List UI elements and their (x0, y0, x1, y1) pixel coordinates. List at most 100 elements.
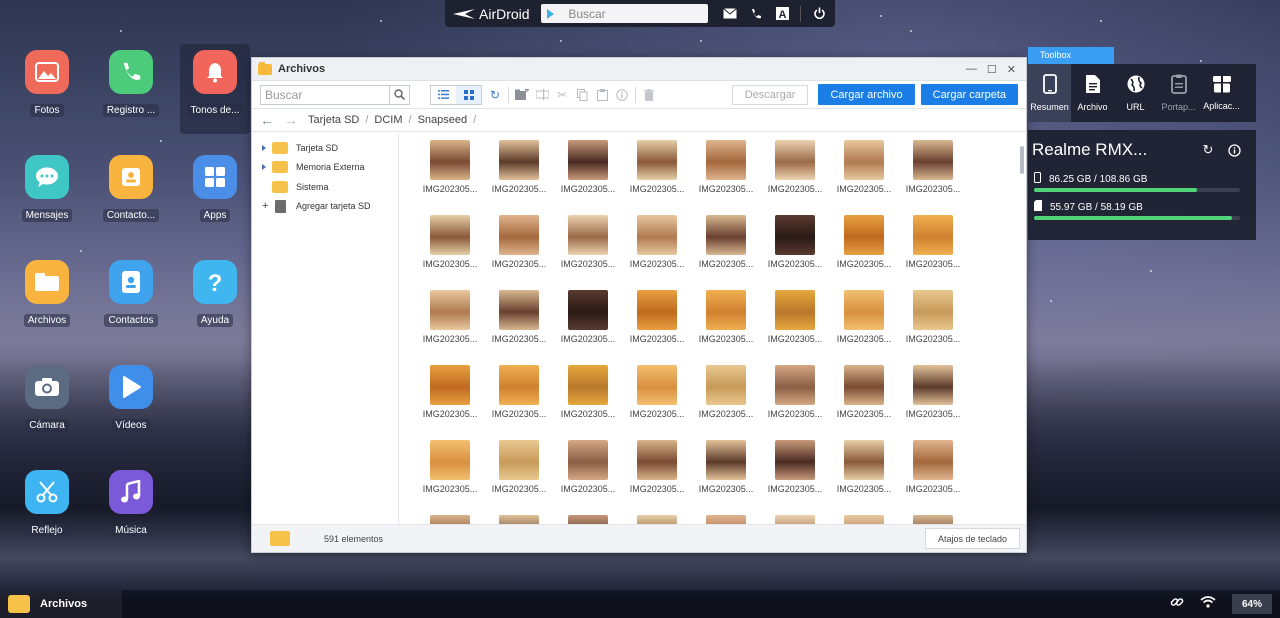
file-thumbnail[interactable]: IMG202305... (691, 290, 761, 365)
file-thumbnail[interactable]: IMG202305... (760, 215, 830, 290)
taskbar-item-archivos[interactable]: Archivos (0, 590, 122, 618)
file-thumbnail[interactable]: IMG202305... (691, 440, 761, 515)
desktop-app-tonos-de[interactable]: Tonos de... (180, 44, 250, 134)
file-thumbnail[interactable]: IMG202305... (484, 440, 554, 515)
file-thumbnail[interactable]: IMG202305... (691, 215, 761, 290)
file-thumbnail[interactable]: IMG202305... (484, 215, 554, 290)
file-thumbnail[interactable]: IMG202305... (760, 140, 830, 215)
desktop-app-vídeos[interactable]: Vídeos (96, 359, 166, 449)
search-icon[interactable] (389, 85, 409, 104)
rename-icon[interactable] (535, 88, 549, 102)
refresh-icon[interactable]: ↻ (488, 88, 502, 102)
grid-view-icon[interactable] (456, 85, 481, 104)
toolbox-tab[interactable]: Toolbox (1028, 47, 1114, 64)
file-thumbnail[interactable]: IMG202305... (415, 290, 485, 365)
file-thumbnail[interactable]: IMG202305... (829, 215, 899, 290)
upload-file-button[interactable]: Cargar archivo (818, 84, 915, 105)
toolbox-item-clipboard[interactable]: Portap... (1157, 64, 1200, 122)
airdroid-logo[interactable]: AirDroid (453, 6, 533, 22)
info-icon[interactable] (615, 88, 629, 102)
file-thumbnail[interactable]: IMG202305... (898, 215, 968, 290)
desktop-app-archivos[interactable]: Archivos (12, 254, 82, 344)
maximize-icon[interactable]: ☐ (987, 63, 997, 76)
file-thumbnail[interactable]: IMG202305... (829, 440, 899, 515)
file-thumbnail[interactable] (622, 515, 692, 524)
refresh-icon[interactable]: ↻ (1200, 142, 1216, 158)
copy-icon[interactable] (575, 88, 589, 102)
file-thumbnail[interactable]: IMG202305... (622, 365, 692, 440)
file-thumbnail[interactable]: IMG202305... (760, 365, 830, 440)
keyboard-a-icon[interactable]: A (774, 6, 790, 22)
file-thumbnail[interactable]: IMG202305... (622, 140, 692, 215)
call-icon[interactable] (748, 6, 764, 22)
file-thumbnail[interactable]: IMG202305... (622, 290, 692, 365)
toolbox-item-file[interactable]: Archivo (1071, 64, 1114, 122)
file-thumbnail[interactable]: IMG202305... (553, 365, 623, 440)
file-thumbnail[interactable]: IMG202305... (691, 140, 761, 215)
upload-folder-button[interactable]: Cargar carpeta (920, 84, 1018, 105)
file-thumbnail[interactable] (829, 515, 899, 524)
file-thumbnail[interactable]: IMG202305... (829, 140, 899, 215)
file-thumbnail[interactable]: IMG202305... (622, 440, 692, 515)
file-thumbnail[interactable] (898, 515, 968, 524)
link-icon[interactable] (1170, 595, 1184, 614)
breadcrumb-item-tarjeta-sd[interactable]: Tarjeta SD (308, 114, 359, 126)
file-thumbnail[interactable]: IMG202305... (691, 365, 761, 440)
file-thumbnail[interactable]: IMG202305... (829, 365, 899, 440)
desktop-app-contacto[interactable]: Contacto... (96, 149, 166, 239)
cut-icon[interactable]: ✂ (555, 88, 569, 102)
paste-icon[interactable] (595, 88, 609, 102)
tree-item-add-sd[interactable]: + Agregar tarjeta SD (252, 197, 398, 217)
file-thumbnail[interactable]: IMG202305... (484, 140, 554, 215)
tree-item-tarjeta-sd[interactable]: Tarjeta SD (252, 138, 398, 158)
file-thumbnail[interactable] (691, 515, 761, 524)
message-icon[interactable] (722, 6, 738, 22)
file-thumbnail[interactable]: IMG202305... (415, 440, 485, 515)
top-search-input[interactable]: Buscar (541, 4, 708, 23)
close-icon[interactable]: ✕ (1007, 63, 1016, 76)
new-folder-icon[interactable] (515, 88, 529, 102)
expand-icon[interactable] (262, 144, 268, 151)
file-thumbnail[interactable] (484, 515, 554, 524)
file-thumbnail[interactable]: IMG202305... (760, 440, 830, 515)
tree-item-memoria-externa[interactable]: Memoria Externa (252, 158, 398, 178)
minimize-icon[interactable]: — (966, 63, 977, 76)
file-thumbnail[interactable]: IMG202305... (898, 440, 968, 515)
delete-icon[interactable] (642, 88, 656, 102)
tree-item-sistema[interactable]: Sistema (252, 177, 398, 197)
breadcrumb-item-dcim[interactable]: DCIM (374, 114, 402, 126)
back-arrow-icon[interactable]: ← (260, 112, 278, 128)
file-thumbnail[interactable]: IMG202305... (484, 290, 554, 365)
forward-arrow-icon[interactable]: → (284, 112, 302, 128)
desktop-app-cámara[interactable]: Cámara (12, 359, 82, 449)
file-thumbnail[interactable]: IMG202305... (553, 140, 623, 215)
power-icon[interactable] (811, 6, 827, 22)
list-view-icon[interactable] (431, 86, 456, 104)
file-thumbnail[interactable]: IMG202305... (415, 365, 485, 440)
desktop-app-reflejo[interactable]: Reflejo (12, 464, 82, 554)
desktop-app-registro[interactable]: Registro ... (96, 44, 166, 134)
desktop-app-música[interactable]: Música (96, 464, 166, 554)
file-thumbnail[interactable]: IMG202305... (898, 290, 968, 365)
toolbox-item-package[interactable]: Aplicac... (1200, 64, 1243, 122)
toolbox-item-globe[interactable]: URL (1114, 64, 1157, 122)
desktop-app-mensajes[interactable]: Mensajes (12, 149, 82, 239)
file-thumbnail[interactable]: IMG202305... (553, 215, 623, 290)
desktop-app-ayuda[interactable]: ? Ayuda (180, 254, 250, 344)
file-thumbnail[interactable]: IMG202305... (622, 215, 692, 290)
breadcrumb-item-snapseed[interactable]: Snapseed (418, 114, 468, 126)
scrollbar[interactable] (1020, 146, 1024, 174)
window-titlebar[interactable]: Archivos — ☐ ✕ (252, 58, 1026, 81)
file-thumbnail[interactable]: IMG202305... (415, 215, 485, 290)
files-search-input[interactable]: Buscar (260, 84, 410, 105)
desktop-app-contactos[interactable]: Contactos (96, 254, 166, 344)
info-icon[interactable] (1226, 142, 1242, 158)
expand-icon[interactable] (262, 164, 268, 171)
file-thumbnail[interactable]: IMG202305... (898, 140, 968, 215)
file-thumbnail[interactable] (760, 515, 830, 524)
file-thumbnail[interactable]: IMG202305... (553, 290, 623, 365)
file-thumbnail[interactable]: IMG202305... (553, 440, 623, 515)
file-thumbnail[interactable] (553, 515, 623, 524)
keyboard-shortcuts-button[interactable]: Atajos de teclado (924, 528, 1020, 549)
file-thumbnail[interactable]: IMG202305... (484, 365, 554, 440)
